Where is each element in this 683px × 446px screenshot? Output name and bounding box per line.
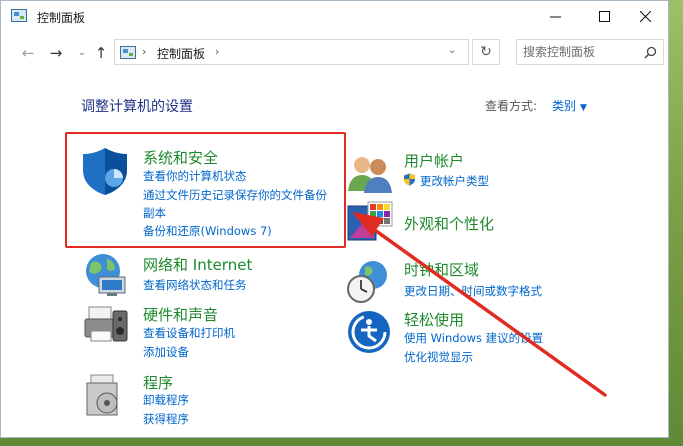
minimize-icon xyxy=(550,16,561,18)
view-by-dropdown[interactable]: 类别 ▼ xyxy=(552,97,587,114)
uac-shield-icon xyxy=(404,173,415,186)
category-ease-title[interactable]: 轻松使用 xyxy=(404,309,464,330)
category-hardware-title[interactable]: 硬件和声音 xyxy=(143,304,218,325)
link-optimize-visual-display[interactable]: 优化视觉显示 xyxy=(404,349,473,365)
chevron-down-icon: ⌄ xyxy=(78,48,86,58)
up-button[interactable]: ↑ xyxy=(91,43,111,63)
link-change-account-type[interactable]: 更改帐户类型 xyxy=(420,173,489,189)
view-by-label: 查看方式: xyxy=(485,99,538,113)
up-arrow-icon: ↑ xyxy=(94,44,108,62)
forward-button[interactable]: → xyxy=(46,43,66,63)
user-accounts-icon[interactable] xyxy=(346,153,394,195)
link-change-date-time[interactable]: 更改日期、时间或数字格式 xyxy=(404,283,542,299)
address-dropdown-icon[interactable]: ⌄ xyxy=(448,45,456,56)
maximize-icon xyxy=(599,11,610,22)
breadcrumb-chevron-icon[interactable]: › xyxy=(215,45,219,58)
link-network-status[interactable]: 查看网络状态和任务 xyxy=(143,277,247,293)
minimize-button[interactable] xyxy=(533,1,579,32)
refresh-icon: ↻ xyxy=(480,44,492,60)
network-globe-icon[interactable] xyxy=(81,251,131,297)
search-input[interactable] xyxy=(523,43,638,61)
search-box[interactable] xyxy=(516,39,664,65)
appearance-icon[interactable] xyxy=(346,200,394,244)
maximize-button[interactable] xyxy=(582,1,628,32)
breadcrumb-chevron-icon[interactable]: › xyxy=(142,45,146,58)
clock-globe-icon[interactable] xyxy=(345,259,393,305)
address-bar[interactable]: › 控制面板 › ⌄ xyxy=(114,39,469,65)
link-get-programs[interactable]: 获得程序 xyxy=(143,411,189,427)
dropdown-triangle-icon: ▼ xyxy=(580,103,587,113)
link-devices-printers[interactable]: 查看设备和打印机 xyxy=(143,325,235,341)
annotation-highlight-box xyxy=(65,132,346,248)
control-panel-icon xyxy=(11,9,27,22)
window-title: 控制面板 xyxy=(37,11,86,25)
control-panel-icon xyxy=(120,46,136,59)
programs-disc-icon[interactable] xyxy=(85,373,129,419)
recent-locations-button[interactable]: ⌄ xyxy=(72,43,92,63)
title-bar[interactable]: 控制面板 xyxy=(1,1,668,32)
category-clock-title[interactable]: 时钟和区域 xyxy=(404,259,479,280)
forward-arrow-icon: → xyxy=(49,44,63,62)
link-add-device[interactable]: 添加设备 xyxy=(143,344,189,360)
close-button[interactable] xyxy=(623,1,669,32)
category-appearance-title[interactable]: 外观和个性化 xyxy=(404,213,494,234)
baidu-watermark: Bai经验 xyxy=(528,386,596,411)
close-icon xyxy=(640,11,651,22)
back-arrow-icon: ← xyxy=(21,44,35,62)
control-panel-window: 控制面板 ← → ⌄ ↑ › 控制面板 › ⌄ ↻ 搜索控制面板 调整计算机的设… xyxy=(0,0,669,438)
link-uninstall-program[interactable]: 卸载程序 xyxy=(143,392,189,408)
watermark-brand: Bai xyxy=(528,386,571,411)
refresh-button[interactable]: ↻ xyxy=(472,39,500,65)
view-by-value: 类别 xyxy=(552,99,577,113)
printer-icon[interactable] xyxy=(83,301,131,349)
category-programs-title[interactable]: 程序 xyxy=(143,372,173,393)
page-heading: 调整计算机的设置 xyxy=(81,99,193,115)
ease-of-access-icon[interactable] xyxy=(346,309,392,355)
watermark-suffix: 经验 xyxy=(570,394,597,408)
category-network-title[interactable]: 网络和 Internet xyxy=(143,254,252,275)
back-button[interactable]: ← xyxy=(18,43,38,63)
breadcrumb-control-panel[interactable]: 控制面板 xyxy=(157,45,205,62)
category-accounts-title[interactable]: 用户帐户 xyxy=(404,150,464,171)
search-icon[interactable] xyxy=(644,46,657,59)
link-windows-suggested-settings[interactable]: 使用 Windows 建议的设置 xyxy=(404,330,543,346)
